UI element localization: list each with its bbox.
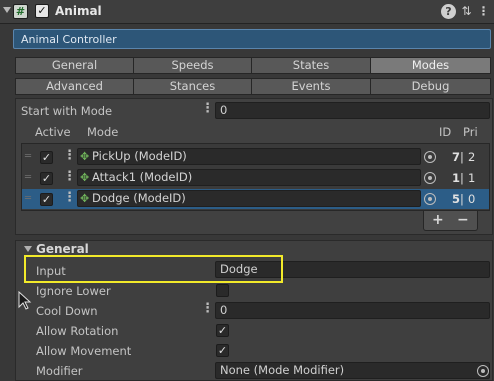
add-item-button[interactable]: + (432, 212, 444, 228)
allow-movement-checkbox[interactable]: ✓ (216, 344, 229, 357)
mouse-cursor-icon (18, 291, 32, 310)
tab-speeds[interactable]: Speeds (133, 57, 252, 74)
controller-label: Animal Controller (21, 33, 117, 46)
id-separator: | (460, 192, 464, 206)
active-checkbox[interactable]: ✓ (40, 151, 53, 164)
tab-modes[interactable]: Modes (370, 57, 491, 74)
start-mode-menu-icon[interactable]: ⋮ (201, 101, 214, 116)
mode-asset-icon: ✥ (80, 171, 90, 184)
mode-asset-icon: ✥ (80, 150, 90, 163)
component-enabled-checkbox[interactable]: ✓ (35, 4, 49, 18)
tab-debug[interactable]: Debug (370, 78, 491, 95)
remove-item-button[interactable]: − (457, 212, 469, 228)
highlight-box (24, 255, 283, 283)
list-item[interactable]: ═ ✓ ⋮ ✥ Attack1 (ModeID) 1 | 1 (22, 168, 489, 188)
object-picker-icon[interactable] (477, 365, 489, 377)
general-title[interactable]: General (36, 242, 89, 256)
preset-icon[interactable]: ⇅ (459, 4, 474, 19)
ignore-lower-checkbox[interactable] (216, 284, 229, 297)
mode-object-field[interactable]: ✥ PickUp (ModeID) (77, 148, 421, 165)
mode-object-field[interactable]: ✥ Dodge (ModeID) (77, 190, 421, 207)
list-footer: + − (423, 211, 478, 231)
list-item-selected[interactable]: ═ ✓ ⋮ ✥ Dodge (ModeID) 5 | 0 (22, 189, 489, 209)
mode-id: 5 (452, 192, 461, 206)
start-mode-label: Start with Mode (21, 104, 113, 118)
mode-object-field[interactable]: ✥ Attack1 (ModeID) (77, 169, 421, 186)
list-header-mode: Mode (87, 125, 119, 139)
tab-events[interactable]: Events (251, 78, 371, 95)
active-checkbox[interactable]: ✓ (40, 172, 53, 185)
foldout-arrow-icon[interactable] (3, 7, 11, 13)
mode-priority: 0 (468, 192, 476, 206)
allow-rotation-label: Allow Rotation (36, 324, 119, 338)
help-icon[interactable]: ? (441, 4, 456, 19)
drag-handle-icon[interactable]: ═ (25, 193, 31, 204)
row-menu-icon[interactable]: ⋮ (63, 169, 76, 184)
script-icon: # (13, 4, 28, 19)
row-menu-icon[interactable]: ⋮ (63, 148, 76, 163)
list-item[interactable]: ═ ✓ ⋮ ✥ PickUp (ModeID) 7 | 2 (22, 147, 489, 167)
ignore-lower-label: Ignore Lower (36, 284, 111, 298)
list-header-pri: Pri (463, 125, 478, 139)
object-picker-icon[interactable] (424, 172, 436, 184)
tab-states[interactable]: States (251, 57, 371, 74)
allow-rotation-checkbox[interactable]: ✓ (216, 324, 229, 337)
mode-id: 7 (452, 150, 461, 164)
id-separator: | (460, 171, 464, 185)
drag-handle-icon[interactable]: ═ (25, 172, 31, 183)
row-menu-icon[interactable]: ⋮ (63, 190, 76, 205)
mode-asset-icon: ✥ (80, 192, 90, 205)
object-picker-icon[interactable] (424, 151, 436, 163)
drag-handle-icon[interactable]: ═ (25, 151, 31, 162)
tab-stances[interactable]: Stances (133, 78, 252, 95)
list-header-active: Active (35, 125, 71, 139)
cooldown-label: Cool Down (36, 304, 98, 318)
mode-priority: 1 (468, 171, 476, 185)
mode-priority: 2 (468, 150, 476, 164)
modifier-field[interactable]: None (Mode Modifier) (215, 362, 490, 379)
tab-general[interactable]: General (15, 57, 134, 74)
list-header-id: ID (439, 125, 452, 139)
object-picker-icon[interactable] (424, 193, 436, 205)
tab-advanced[interactable]: Advanced (15, 78, 134, 95)
controller-bar: Animal Controller (13, 29, 491, 49)
cooldown-field[interactable]: 0 (215, 302, 490, 319)
allow-movement-label: Allow Movement (36, 344, 132, 358)
more-icon[interactable]: ⋮ (476, 4, 491, 19)
id-separator: | (460, 150, 464, 164)
start-mode-field[interactable]: 0 (215, 102, 490, 119)
component-title: Animal (55, 4, 102, 18)
modifier-label: Modifier (36, 364, 83, 378)
cooldown-menu-icon[interactable]: ⋮ (201, 301, 214, 316)
mode-id: 1 (452, 171, 461, 185)
active-checkbox[interactable]: ✓ (40, 193, 53, 206)
general-foldout-icon[interactable] (24, 246, 32, 252)
